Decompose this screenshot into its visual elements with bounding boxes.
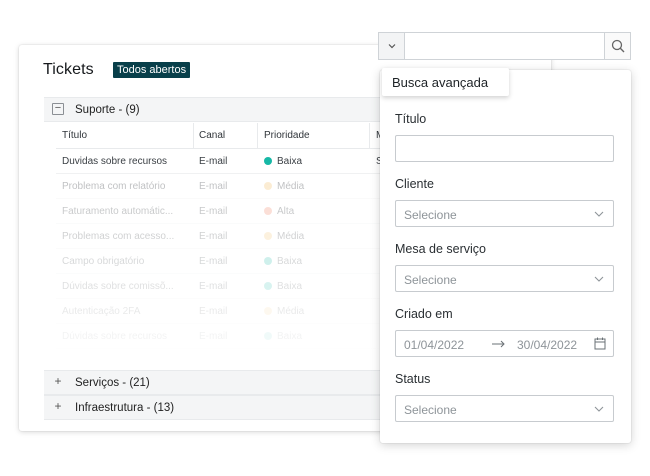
priority-label: Baixa [277, 156, 303, 167]
group-label: Suporte - (9) [75, 104, 140, 116]
chevron-down-icon [594, 276, 604, 282]
priority-dot-icon [264, 332, 272, 340]
priority-dot-icon [264, 157, 272, 165]
ticket-channel: E-mail [199, 181, 228, 192]
ticket-title: Autenticação 2FA [62, 306, 141, 317]
ticket-title: Dúvidas sobre recursos [62, 331, 168, 342]
ticket-title: Faturamento automátic... [62, 206, 174, 217]
ticket-channel: E-mail [199, 281, 228, 292]
priority-dot-icon [264, 257, 272, 265]
page-title: Tickets [43, 61, 94, 78]
status-select[interactable]: Selecione [395, 395, 614, 422]
search-icon [611, 39, 625, 53]
title-input[interactable] [395, 135, 614, 162]
column-separator[interactable] [369, 123, 370, 149]
expand-icon[interactable]: + [52, 375, 64, 388]
ticket-title: Duvidas sobre recursos [62, 156, 168, 167]
client-select[interactable]: Selecione [395, 200, 614, 227]
priority-dot-icon [264, 207, 272, 215]
search-button[interactable] [604, 33, 630, 59]
priority-label: Alta [277, 206, 295, 217]
priority-dot-icon [264, 232, 272, 240]
ticket-priority: Baixa [264, 331, 302, 342]
title-label: Título [395, 112, 427, 126]
chevron-down-icon [594, 211, 604, 217]
collapse-icon[interactable]: − [52, 103, 64, 115]
priority-label: Baixa [277, 331, 303, 342]
priority-label: Média [277, 181, 305, 192]
group-label: Serviços - (21) [75, 377, 150, 389]
chevron-down-icon [594, 406, 604, 412]
priority-label: Média [277, 306, 305, 317]
ticket-title: Problemas com acesso... [62, 231, 175, 242]
advanced-search-title[interactable]: Busca avançada [382, 68, 509, 96]
date-from[interactable]: 01/04/2022 [404, 338, 464, 352]
ticket-channel: E-mail [199, 206, 228, 217]
group-label: Infraestrutura - (13) [75, 402, 175, 414]
column-separator[interactable] [193, 123, 194, 149]
ticket-channel: E-mail [199, 331, 228, 342]
priority-dot-icon [264, 182, 272, 190]
date-range-picker[interactable]: 01/04/2022 30/04/2022 [395, 330, 614, 357]
advanced-search-toggle[interactable] [379, 33, 405, 59]
column-separator[interactable] [257, 123, 258, 149]
created-label: Criado em [395, 307, 453, 321]
search-bar [378, 32, 631, 60]
filter-badge[interactable]: Todos abertos [113, 62, 191, 78]
ticket-title: Problema com relatório [62, 181, 166, 192]
ticket-title: Campo obrigatório [62, 256, 145, 267]
ticket-priority: Média [264, 231, 304, 242]
ticket-priority: Média [264, 306, 304, 317]
priority-label: Baixa [277, 281, 303, 292]
service-desk-select[interactable]: Selecione [395, 265, 614, 292]
arrow-right-icon [492, 340, 505, 348]
ticket-priority: Baixa [264, 256, 302, 267]
ticket-priority: Baixa [264, 156, 302, 167]
date-to[interactable]: 30/04/2022 [517, 338, 577, 352]
calendar-icon[interactable] [594, 337, 606, 350]
status-select-value: Selecione [404, 403, 457, 417]
ticket-title: Dúvidas sobre comissõ... [62, 281, 174, 292]
search-input[interactable] [406, 33, 604, 59]
status-label: Status [395, 372, 431, 386]
ticket-channel: E-mail [199, 156, 228, 167]
priority-dot-icon [264, 307, 272, 315]
ticket-priority: Baixa [264, 281, 302, 292]
advanced-search-panel: Busca avançada Título Cliente Selecione … [380, 68, 631, 443]
chevron-down-icon [388, 44, 396, 49]
expand-icon[interactable]: + [52, 400, 64, 413]
ticket-priority: Média [264, 181, 304, 192]
ticket-channel: E-mail [199, 231, 228, 242]
ticket-channel: E-mail [199, 256, 228, 267]
service-desk-select-value: Selecione [404, 273, 457, 287]
priority-dot-icon [264, 282, 272, 290]
priority-label: Média [277, 231, 305, 242]
ticket-channel: E-mail [199, 306, 228, 317]
client-label: Cliente [395, 177, 434, 191]
client-select-value: Selecione [404, 208, 457, 222]
service-desk-label: Mesa de serviço [395, 242, 487, 256]
priority-label: Baixa [277, 256, 303, 267]
ticket-priority: Alta [264, 206, 294, 217]
